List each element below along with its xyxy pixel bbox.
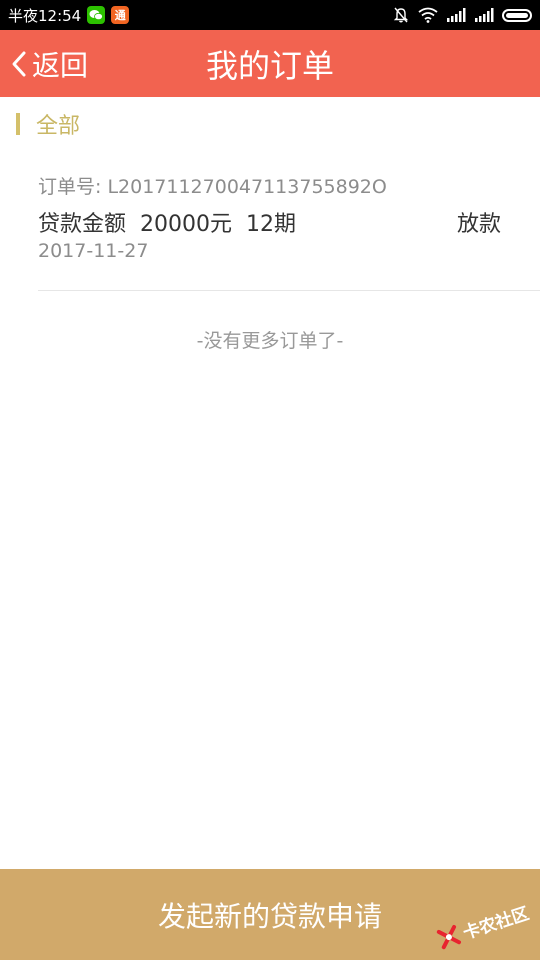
section-indicator — [16, 113, 20, 135]
signal-icon-2 — [475, 8, 494, 22]
order-amount: 20000元 — [140, 212, 233, 237]
status-right — [392, 6, 532, 24]
chevron-left-icon — [12, 51, 26, 76]
new-loan-application-button[interactable]: 发起新的贷款申请 — [0, 869, 540, 960]
mute-bell-icon — [393, 7, 409, 23]
order-list-item[interactable]: 订单号: L201711270047113755892O 贷款金额 20000元… — [38, 168, 540, 291]
order-number: 订单号: L201711270047113755892O — [38, 176, 387, 198]
status-left: 半夜12:54 通 — [8, 5, 130, 26]
back-label: 返回 — [32, 48, 89, 82]
order-status: 放款 — [456, 212, 501, 237]
battery-icon — [502, 8, 532, 22]
status-bar: 半夜12:54 通 — [0, 0, 540, 30]
tong-app-icon: 通 — [111, 6, 130, 24]
order-amount-line: 贷款金额 20000元 12期 — [38, 206, 296, 238]
status-time: 半夜12:54 — [8, 6, 82, 25]
filter-tab-all[interactable]: 全部 — [16, 111, 81, 139]
no-more-orders-text: -没有更多订单了- — [196, 330, 344, 352]
signal-icon-1 — [447, 8, 466, 22]
wechat-icon — [87, 6, 106, 24]
order-date: 2017-11-27 — [38, 240, 149, 262]
order-term: 12期 — [246, 212, 297, 237]
order-amount-label: 贷款金额 — [38, 212, 127, 237]
wifi-icon — [418, 7, 438, 23]
filter-label: 全部 — [36, 114, 81, 139]
new-loan-button-label: 发起新的贷款申请 — [157, 899, 382, 933]
app-header: 返回 我的订单 — [0, 30, 540, 97]
back-button[interactable]: 返回 — [10, 30, 88, 97]
